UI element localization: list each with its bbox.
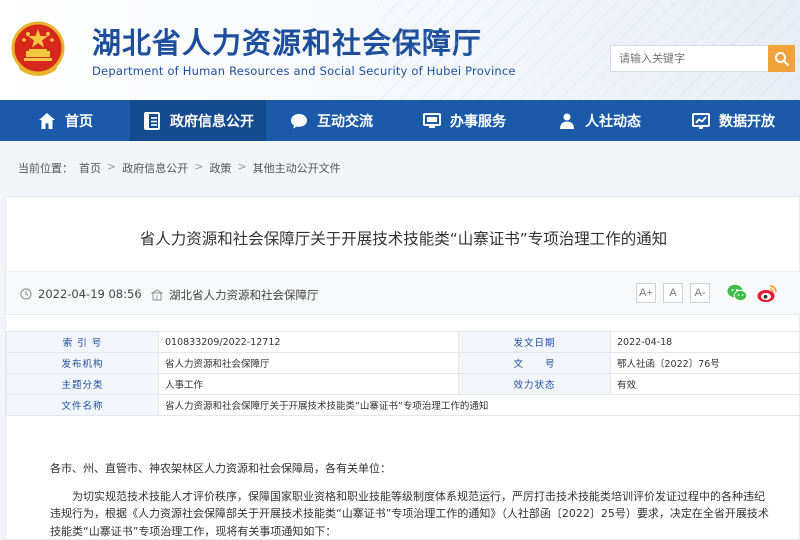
article-body: 各市、州、直管市、神农架林区人力资源和社会保障局，各有关单位： 为切实规范技术技… — [50, 460, 774, 540]
nav-label: 数据开放 — [719, 113, 775, 130]
nav-label: 互动交流 — [317, 113, 373, 130]
search-icon — [774, 51, 789, 66]
site-subtitle: Department of Human Resources and Social… — [92, 64, 516, 78]
table-row: 主题分类 人事工作 效力状态 有效 — [6, 373, 800, 395]
publish-source: 湖北省人力资源和社会保障厅 — [151, 287, 319, 303]
font-decrease-button[interactable]: A- — [690, 283, 710, 303]
organization-icon — [151, 289, 163, 301]
article-title: 省人力资源和社会保障厅关于开展技术技能类“山寨证书”专项治理工作的通知 — [139, 230, 668, 248]
article-greeting: 各市、州、直管市、神农架林区人力资源和社会保障局，各有关单位： — [50, 462, 391, 475]
info-value: 省人力资源和社会保障厅 — [158, 352, 459, 374]
info-value: 省人力资源和社会保障厅关于开展技术技能类“山寨证书”专项治理工作的通知 — [158, 394, 800, 416]
table-row: 索 引 号 010833209/2022-12712 发文日期 2022-04-… — [6, 331, 800, 353]
article-meta-bar: 2022-04-19 08:56 湖北省人力资源和社会保障厅 A+ A A- — [6, 271, 800, 315]
nav-home[interactable]: 首页 — [0, 100, 130, 141]
nav-services[interactable]: 办事服务 — [396, 100, 532, 141]
home-icon — [39, 112, 55, 129]
info-label: 发文日期 — [458, 331, 611, 353]
table-row: 发布机构 省人力资源和社会保障厅 文 号 鄂人社函〔2022〕76号 — [6, 352, 800, 374]
info-label: 索 引 号 — [6, 331, 159, 353]
chart-icon — [692, 112, 710, 129]
info-label: 效力状态 — [458, 373, 611, 395]
main-nav: 首页 政府信息公开 互动交流 办事服务 人社动态 数据开放 — [0, 100, 800, 141]
breadcrumb-separator: > — [107, 160, 117, 173]
breadcrumb-separator: > — [194, 160, 204, 173]
breadcrumb-prefix: 当前位置： — [18, 162, 73, 175]
table-row: 文件名称 省人力资源和社会保障厅关于开展技术技能类“山寨证书”专项治理工作的通知 — [6, 394, 800, 416]
publish-source-text: 湖北省人力资源和社会保障厅 — [169, 288, 319, 302]
breadcrumb-item-home[interactable]: 首页 — [79, 160, 101, 176]
person-icon — [560, 113, 574, 129]
info-label: 主题分类 — [6, 373, 159, 395]
info-value: 人事工作 — [158, 373, 459, 395]
info-label: 发布机构 — [6, 352, 159, 374]
weibo-share-icon[interactable] — [756, 282, 778, 304]
breadcrumb: 当前位置： 首页 > 政府信息公开 > 政策 > 其他主动公开文件 — [18, 160, 341, 176]
info-value: 鄂人社函〔2022〕76号 — [610, 352, 800, 374]
breadcrumb-separator: > — [237, 160, 247, 173]
info-value: 010833209/2022-12712 — [158, 331, 459, 353]
font-increase-button[interactable]: A+ — [636, 283, 656, 303]
nav-label: 人社动态 — [585, 113, 641, 130]
publish-date: 2022-04-19 08:56 — [20, 287, 142, 301]
info-value: 有效 — [610, 373, 800, 395]
breadcrumb-item-gov-info[interactable]: 政府信息公开 — [122, 160, 188, 176]
meta-divider — [137, 288, 138, 300]
search-button[interactable] — [768, 45, 795, 72]
breadcrumb-item-other-files[interactable]: 其他主动公开文件 — [253, 160, 341, 176]
publish-date-text: 2022-04-19 08:56 — [38, 287, 142, 301]
wechat-share-icon[interactable] — [726, 282, 748, 304]
document-icon — [144, 111, 160, 130]
document-info-table: 索 引 号 010833209/2022-12712 发文日期 2022-04-… — [6, 331, 800, 416]
nav-interaction[interactable]: 互动交流 — [266, 100, 396, 141]
article-paragraph: 为切实规范技术技能人才评价秩序，保障国家职业资格和职业技能等级制度体系规范运行，… — [50, 489, 769, 538]
search-input[interactable] — [610, 45, 768, 72]
nav-label: 政府信息公开 — [170, 113, 254, 130]
info-label: 文 号 — [458, 352, 611, 374]
info-value: 2022-04-18 — [610, 331, 800, 353]
chat-icon — [291, 113, 307, 128]
monitor-icon — [423, 112, 441, 128]
info-label: 文件名称 — [6, 394, 159, 416]
nav-gov-info[interactable]: 政府信息公开 — [130, 100, 266, 141]
article-panel: 省人力资源和社会保障厅关于开展技术技能类“山寨证书”专项治理工作的通知 2022… — [5, 196, 800, 540]
nav-open-data[interactable]: 数据开放 — [666, 100, 800, 141]
breadcrumb-item-policy[interactable]: 政策 — [209, 160, 231, 176]
nav-news[interactable]: 人社动态 — [532, 100, 666, 141]
national-emblem-icon — [11, 21, 65, 76]
font-default-button[interactable]: A — [663, 283, 683, 303]
nav-label: 首页 — [65, 113, 93, 130]
clock-icon — [20, 288, 32, 300]
site-title: 湖北省人力资源和社会保障厅 — [92, 26, 483, 60]
nav-label: 办事服务 — [450, 113, 506, 130]
